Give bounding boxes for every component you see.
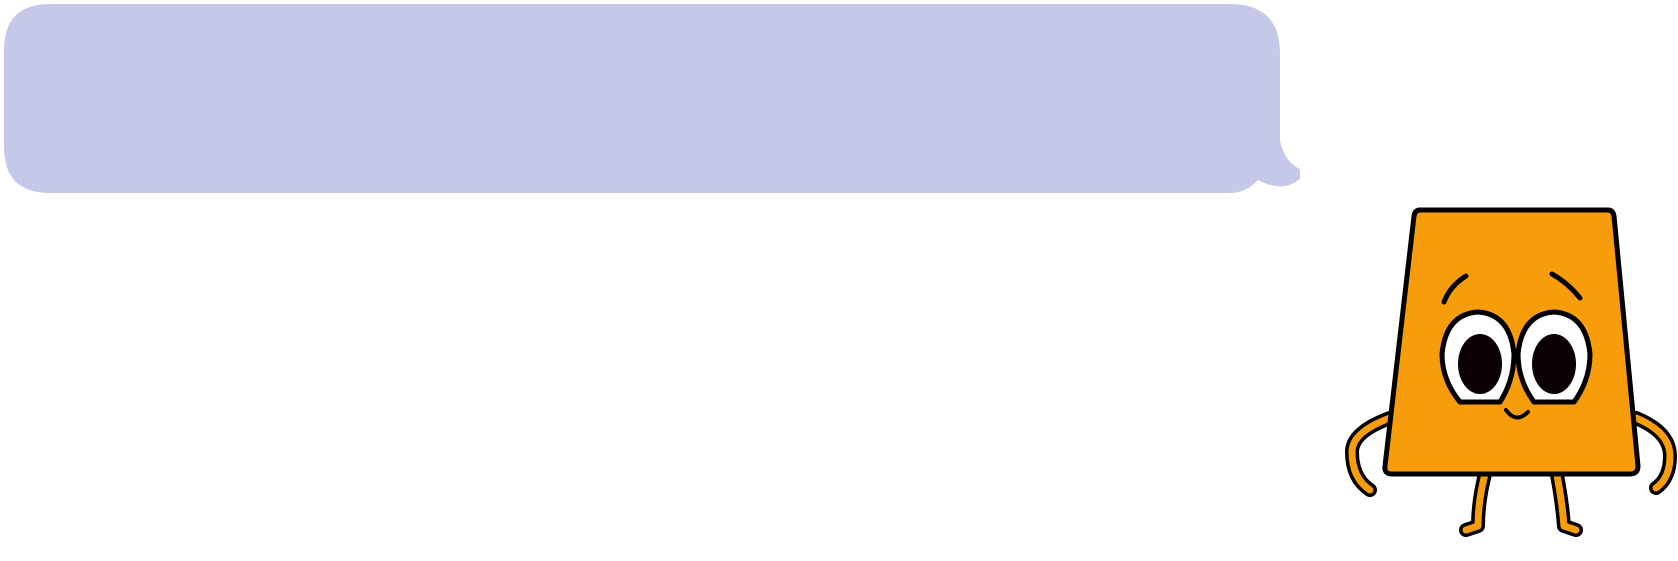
speech-bubble-text bbox=[60, 40, 1200, 160]
mascot-figure bbox=[1345, 207, 1677, 537]
orange-trapezoid-mascot bbox=[1340, 200, 1678, 556]
speech-bubble bbox=[0, 0, 1306, 200]
mascot-right-eye-pupil bbox=[1532, 334, 1576, 394]
illustration-stage bbox=[0, 0, 1678, 556]
mascot-left-eye-pupil bbox=[1458, 334, 1502, 394]
